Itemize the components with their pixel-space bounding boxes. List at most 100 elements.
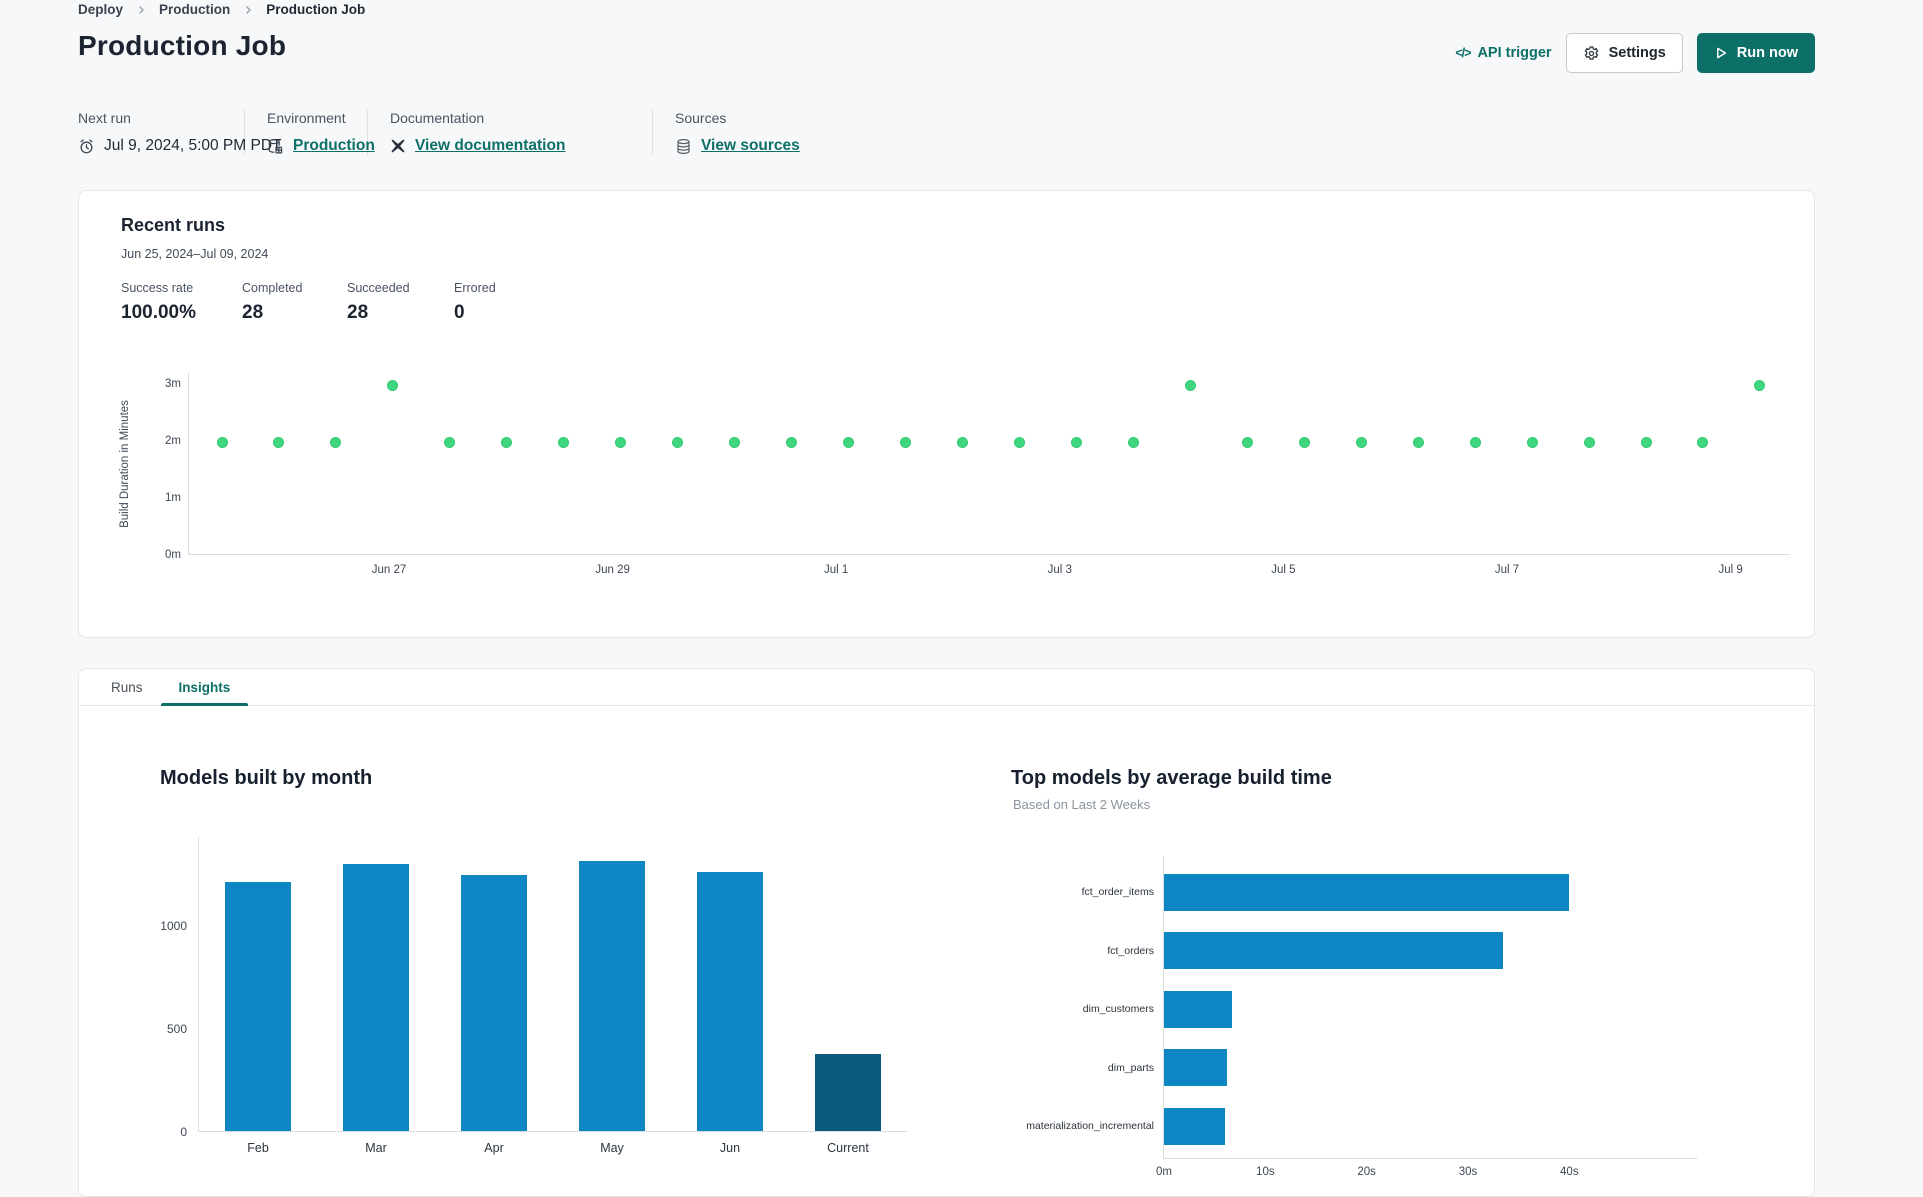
hbar-x-tick: 10s xyxy=(1256,1166,1275,1178)
run-dot[interactable] xyxy=(216,437,228,449)
hbar-x-tick: 20s xyxy=(1357,1166,1376,1178)
hbar-x-tick: 0m xyxy=(1156,1166,1172,1178)
month-bar[interactable] xyxy=(343,864,409,1131)
top-models-subtitle: Based on Last 2 Weeks xyxy=(1013,797,1151,812)
run-dot[interactable] xyxy=(843,437,855,449)
bar-x-label: May xyxy=(600,1141,624,1155)
model-bar[interactable] xyxy=(1164,873,1570,911)
page-title: Production Job xyxy=(78,30,287,61)
models-built-plot: 0 500 1000 Feb Mar Apr May Jun Current xyxy=(160,837,907,1155)
model-bar[interactable] xyxy=(1164,1107,1225,1145)
run-dot[interactable] xyxy=(330,437,342,449)
model-label: dim_customers xyxy=(1082,1003,1154,1016)
model-label: dim_parts xyxy=(1107,1061,1154,1074)
run-dot[interactable] xyxy=(1412,437,1424,449)
model-bar[interactable] xyxy=(1164,1049,1227,1087)
dbt-docs-icon xyxy=(390,138,406,154)
environment-link[interactable]: Production xyxy=(293,137,375,155)
model-bar[interactable] xyxy=(1164,990,1232,1028)
run-dot[interactable] xyxy=(1127,437,1139,449)
gear-icon xyxy=(1583,45,1600,62)
run-dot[interactable] xyxy=(1070,437,1082,449)
run-dot[interactable] xyxy=(1241,437,1253,449)
bar-y-tick: 500 xyxy=(166,1022,187,1036)
run-dot[interactable] xyxy=(273,437,285,449)
api-trigger-link[interactable]: </> API trigger xyxy=(1455,45,1551,61)
bar-x-label: Jun xyxy=(719,1141,741,1155)
model-bar[interactable] xyxy=(1164,932,1504,970)
run-dot[interactable] xyxy=(1469,437,1481,449)
run-dot[interactable] xyxy=(1013,437,1025,449)
top-models-title: Top models by average build time xyxy=(1011,767,1332,789)
bar-y-tick: 1000 xyxy=(160,918,187,933)
breadcrumb: Deploy Production Production Job xyxy=(78,2,365,17)
documentation-label: Documentation xyxy=(390,110,485,126)
scatter-x-tick: Jul 5 xyxy=(1271,564,1296,576)
alarm-clock-icon xyxy=(78,138,95,155)
breadcrumb-production[interactable]: Production xyxy=(159,2,230,17)
tab-insights[interactable]: Insights xyxy=(160,669,249,706)
build-duration-plot: 0m 1m 2m 3m Jun 27 Jun 29 Jul 1 Jul 3 Jul 5 Jul 7… xyxy=(165,373,1790,576)
tab-bar: Runs Insights xyxy=(79,669,1814,706)
next-run-value: Jul 9, 2024, 5:00 PM PDT xyxy=(104,137,282,154)
month-bar[interactable] xyxy=(579,861,645,1131)
recent-runs-card: Recent runs Jun 25, 2024–Jul 09, 2024 Su… xyxy=(78,190,1815,638)
documentation-column: Documentation View documentation xyxy=(390,110,653,155)
run-dot[interactable] xyxy=(1754,380,1766,392)
run-dot[interactable] xyxy=(558,437,570,449)
scatter-x-tick: Jul 1 xyxy=(824,564,849,576)
tab-runs[interactable]: Runs xyxy=(93,669,161,705)
api-trigger-label: API trigger xyxy=(1477,45,1552,61)
run-dot[interactable] xyxy=(672,437,684,449)
run-dot[interactable] xyxy=(1298,437,1310,449)
scatter-y-tick: 2m xyxy=(165,435,181,447)
sources-column: Sources View sources xyxy=(675,110,822,155)
run-dot[interactable] xyxy=(444,437,456,449)
top-models-plot: fct_order_items fct_orders dim_customers di… xyxy=(1026,856,1697,1178)
job-info-row: Next run Jul 9, 2024, 5:00 PM PDT Enviro… xyxy=(78,110,844,155)
run-dot[interactable] xyxy=(501,437,513,449)
header-actions: </> API trigger Settings Run now xyxy=(1455,33,1815,73)
run-dot[interactable] xyxy=(615,437,627,449)
sources-label: Sources xyxy=(675,110,727,126)
settings-label: Settings xyxy=(1608,45,1666,61)
model-label: materialization_incremental xyxy=(1026,1120,1154,1133)
run-now-button[interactable]: Run now xyxy=(1696,33,1815,73)
run-dot[interactable] xyxy=(1583,437,1595,449)
environment-icon xyxy=(267,138,284,155)
job-detail-card: Runs Insights Models built by month 0 500… xyxy=(78,668,1815,1197)
view-documentation-link[interactable]: View documentation xyxy=(415,137,565,155)
run-dot[interactable] xyxy=(1184,380,1196,392)
run-dot[interactable] xyxy=(1640,437,1652,449)
view-sources-link[interactable]: View sources xyxy=(701,137,800,155)
run-now-label: Run now xyxy=(1736,45,1798,61)
run-dot[interactable] xyxy=(786,437,798,449)
run-dot[interactable] xyxy=(956,437,968,449)
month-bar[interactable] xyxy=(815,1053,881,1131)
month-bar[interactable] xyxy=(461,874,527,1131)
run-dot[interactable] xyxy=(1526,437,1538,449)
hbar-x-tick: 30s xyxy=(1458,1166,1478,1178)
bar-x-label: Current xyxy=(827,1141,869,1155)
run-dot[interactable] xyxy=(729,437,741,449)
next-run-label: Next run xyxy=(78,110,131,126)
run-dot[interactable] xyxy=(387,380,399,392)
bar-x-label: Feb xyxy=(247,1141,269,1155)
scatter-x-tick: Jun 29 xyxy=(595,564,630,576)
run-dot[interactable] xyxy=(1355,437,1367,449)
bar-x-label: Apr xyxy=(484,1141,504,1155)
play-icon xyxy=(1714,46,1728,60)
settings-button[interactable]: Settings xyxy=(1565,33,1683,73)
scatter-x-tick: Jul 3 xyxy=(1047,564,1072,576)
run-dot[interactable] xyxy=(900,437,912,449)
month-bar[interactable] xyxy=(225,881,291,1131)
breadcrumb-production-job: Production Job xyxy=(266,2,366,17)
scatter-x-tick: Jul 9 xyxy=(1718,564,1743,576)
database-icon xyxy=(675,138,692,155)
environment-label: Environment xyxy=(267,110,346,126)
scatter-y-axis-title: Build Duration in Minutes xyxy=(119,400,131,528)
month-bar[interactable] xyxy=(697,872,763,1131)
breadcrumb-deploy[interactable]: Deploy xyxy=(78,2,123,17)
environment-column: Environment Production xyxy=(267,110,375,155)
run-dot[interactable] xyxy=(1697,437,1709,449)
